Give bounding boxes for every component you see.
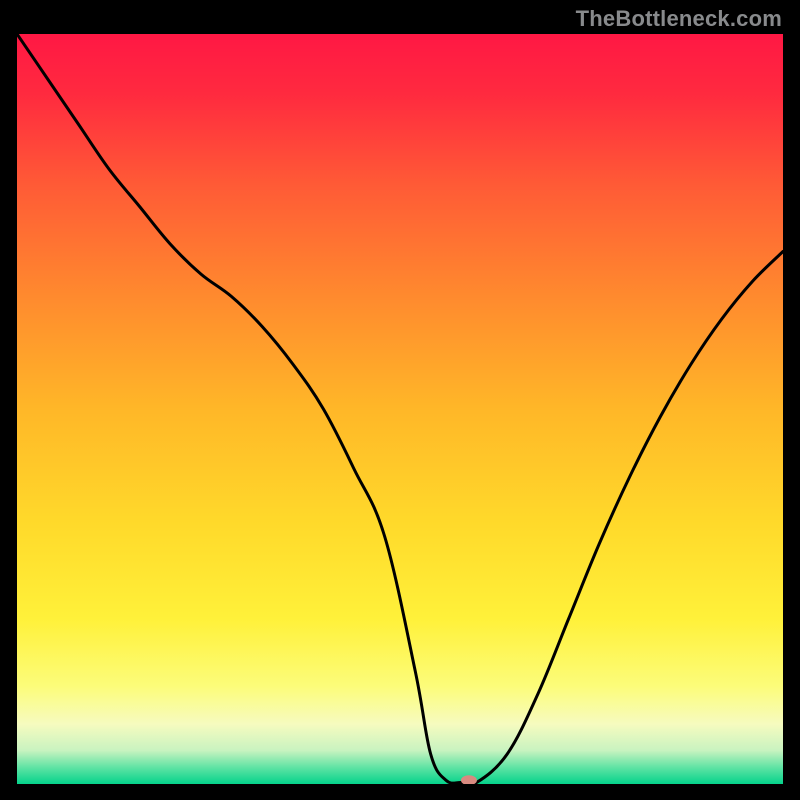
plot-area [17, 34, 783, 784]
plot-frame [17, 34, 783, 784]
gradient-background [17, 34, 783, 784]
chart-container: TheBottleneck.com [0, 0, 800, 800]
watermark-label: TheBottleneck.com [576, 6, 782, 32]
